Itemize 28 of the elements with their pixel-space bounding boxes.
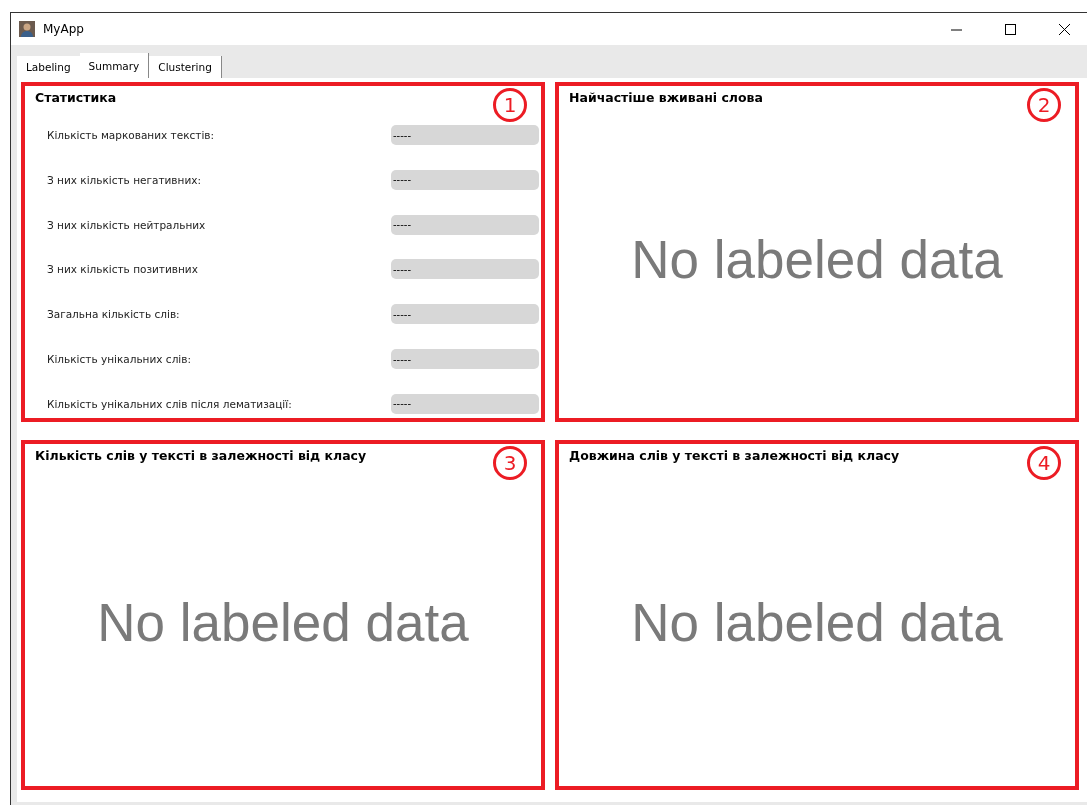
empty-message: No labeled data — [97, 592, 469, 653]
annotation-number: 3 — [493, 446, 527, 480]
empty-message: No labeled data — [631, 592, 1003, 653]
stat-label: Кількість унікальних слів після лематизації: — [47, 397, 292, 410]
stat-value-field: ----- — [391, 259, 539, 280]
tab[interactable]: Summary — [79, 53, 150, 78]
annotation-number: 2 — [1027, 88, 1061, 122]
stat-value-field: ----- — [391, 349, 539, 370]
stat-value-field: ----- — [391, 169, 539, 190]
app-icon — [19, 21, 35, 37]
annotation-number: 4 — [1027, 446, 1061, 480]
stat-value-field: ----- — [391, 393, 539, 414]
close-icon — [1058, 23, 1070, 35]
empty-message: No labeled data — [631, 229, 1003, 290]
stat-label: З них кількість позитивних — [47, 263, 198, 276]
stat-label: З них кількість негативних: — [47, 173, 201, 186]
stat-label: З них кількість нейтральних — [47, 218, 206, 231]
annotation-number: 1 — [493, 88, 527, 122]
stat-label: Загальна кількість слів: — [47, 308, 180, 321]
window-title: MyApp — [43, 22, 85, 36]
stat-value-field: ----- — [391, 214, 539, 235]
maximize-icon — [1004, 23, 1016, 35]
stat-label: Кількість унікальних слів: — [47, 353, 191, 366]
tab[interactable]: Clustering — [149, 56, 222, 78]
stat-value-field: ----- — [391, 125, 539, 145]
stat-label: Кількість маркованих текстів: — [47, 129, 215, 141]
tab[interactable]: Labeling — [17, 56, 80, 78]
stat-value-field: ----- — [391, 304, 539, 325]
